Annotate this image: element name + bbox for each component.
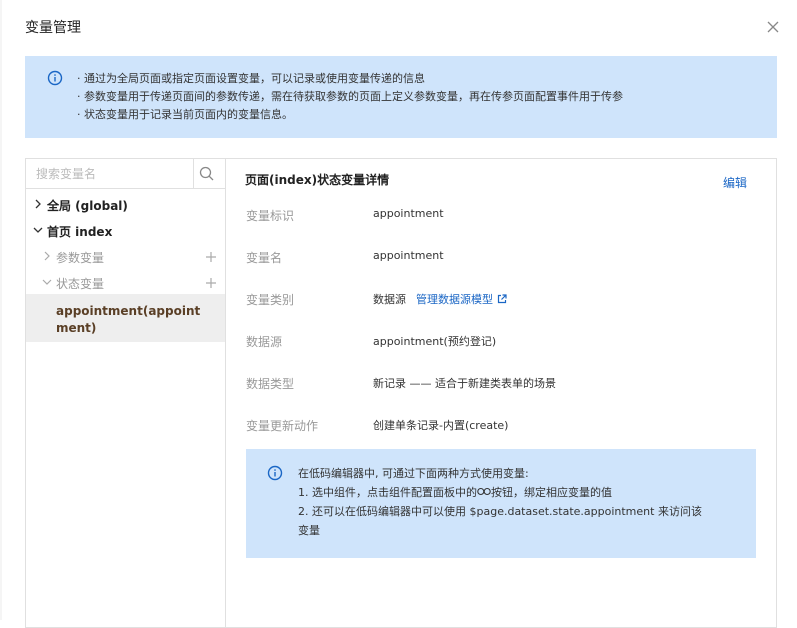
manage-datasource-link[interactable]: 管理数据源模型 [416,293,493,306]
info-banner: · 通过为全局页面或指定页面设置变量，可以记录或使用变量传递的信息 · 参数变量… [25,56,777,138]
external-link-icon[interactable] [497,294,507,304]
field-value-category: 数据源 管理数据源模型 [373,291,507,307]
add-param-var-plus-icon[interactable] [206,252,216,262]
field-value-name: appointment [373,249,444,262]
tree-item-label: 首页 index [47,225,113,239]
tip-line: 1. 选中组件，点击组件配置面板中的 按钮，绑定相应变量的值 [298,483,738,502]
field-label-name: 变量名 [246,251,283,265]
edit-link[interactable]: 编辑 [723,174,747,191]
info-icon [267,465,283,481]
chevron-right-icon [44,251,50,261]
info-line: · 参数变量用于传递页面间的参数传递，需在待获取参数的页面上定义参数变量，再在传… [77,90,623,103]
info-banner-text: · 通过为全局页面或指定页面设置变量，可以记录或使用变量传递的信息 · 参数变量… [77,70,623,124]
panel-divider [225,158,226,628]
usage-tip-box: 在低码编辑器中, 可通过下面两种方式使用变量: 1. 选中组件，点击组件配置面板… [246,449,756,558]
search-box [26,159,225,189]
search-input[interactable] [26,159,194,188]
tip-line: 2. 还可以在低码编辑器中可以使用 $page.dataset.state.ap… [298,505,702,518]
field-value-update-action: 创建单条记录-内置(create) [373,419,509,432]
search-icon[interactable] [198,165,216,183]
close-icon[interactable] [764,18,782,36]
field-label-data-type: 数据类型 [246,377,295,391]
field-value-datasource: appointment(预约登记) [373,335,497,348]
info-icon [47,70,63,86]
page-edge [0,0,2,620]
chevron-down-icon [33,227,43,233]
tree-item-appointment[interactable]: appointment(appointment) [26,294,225,342]
detail-title: 页面(index)状态变量详情 [245,173,390,187]
field-label-update-action: 变量更新动作 [246,419,319,433]
field-label-category: 变量类别 [246,293,295,307]
info-line: · 通过为全局页面或指定页面设置变量，可以记录或使用变量传递的信息 [77,72,425,85]
field-value-identifier: appointment [373,207,444,220]
tip-line-part: 1. 选中组件，点击组件配置面板中的 [298,486,477,499]
link-icon [477,487,491,496]
category-value: 数据源 [373,293,406,306]
add-state-var-plus-icon[interactable] [206,278,216,288]
info-line: · 状态变量用于记录当前页面内的变量信息。 [77,108,293,121]
tip-line: 在低码编辑器中, 可通过下面两种方式使用变量: [298,467,529,480]
field-label-identifier: 变量标识 [246,209,295,223]
tree-item-label: 全局 (global) [47,199,128,213]
usage-tip-text: 在低码编辑器中, 可通过下面两种方式使用变量: 1. 选中组件，点击组件配置面板… [298,464,738,540]
field-value-data-type: 新记录 —— 适合于新建类表单的场景 [373,377,556,390]
tree-item-label: appointment(appointment) [56,304,201,335]
tree-item-label: 状态变量 [56,277,105,291]
chevron-right-icon [35,199,41,209]
tree-item-label: 参数变量 [56,251,105,265]
dialog-title: 变量管理 [25,20,81,36]
tip-line: 变量 [298,524,320,537]
chevron-down-icon [42,279,52,285]
field-label-datasource: 数据源 [246,335,283,349]
tip-line-part: 按钮，绑定相应变量的值 [491,486,612,499]
